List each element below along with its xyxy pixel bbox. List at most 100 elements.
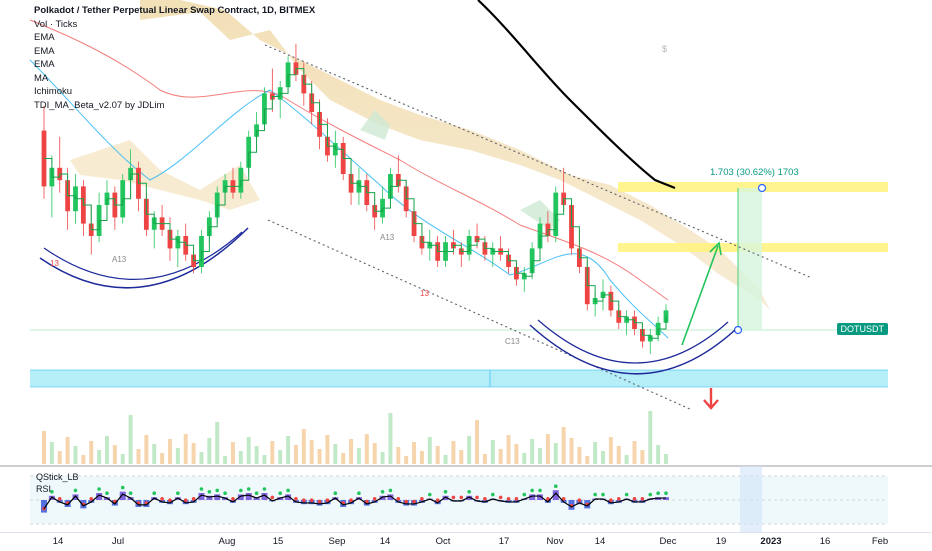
qstick-dot [577,498,582,503]
volume-bar [427,437,432,464]
qstick-dot [278,491,283,496]
xaxis-tick: 17 [498,536,510,547]
qstick-dot [553,484,558,489]
price-tag: DOTUSDT [836,323,888,335]
xaxis-tick: 16 [819,536,831,547]
qstick-dot [357,491,361,496]
marker-a13-left: A13 [112,255,127,264]
indicator-volume[interactable]: Vol · Ticks [34,18,315,32]
qstick-dot [302,498,306,503]
qstick-dot [396,497,401,501]
volume-bar [341,453,346,464]
qstick-dot [632,497,637,501]
indicator-ma[interactable]: MA [34,72,315,86]
volume-bar [561,427,566,464]
volume-bar [593,442,598,464]
volume-bar [325,435,330,464]
volume-bar [254,446,259,464]
qstick-dot [412,499,416,504]
qstick-dot [609,498,613,503]
volume-bar [333,444,338,464]
volume-bar [301,429,306,464]
volume-bar [404,456,409,464]
qstick-dot [239,488,243,493]
volume-bar [664,454,668,464]
dollar-icon: $ [662,44,667,54]
arc-left-inner [43,231,243,280]
chart-legend: Polkadot / Tether Perpetual Linear Swap … [34,4,315,112]
oscillator-label-qstick[interactable]: QStick_LB [36,472,79,482]
support-zone [30,370,888,387]
volume-bar [616,446,621,464]
qstick-dot [372,497,377,501]
volume-bar [624,455,629,464]
qstick-dot [270,495,275,500]
volume-bar [136,449,141,464]
xaxis-tick: Jul [111,536,125,547]
volume-bar [522,453,527,464]
volume-bar [65,437,70,464]
volume-bar [475,420,480,464]
qstick-dot [522,492,527,497]
xaxis-tick: 14 [52,536,64,547]
volume-bar [482,454,487,464]
volume-bar [97,450,102,464]
qstick-dot [656,491,660,496]
qstick-dot [73,488,78,493]
volume-bar [435,446,440,464]
volume-bar [238,451,243,464]
indicator-tdi[interactable]: TDI_MA_Beta_v2.07 by JDLim [34,99,315,113]
marker-13-mid: 13 [420,289,429,298]
indicator-ema-1[interactable]: EMA [34,31,315,45]
qstick-dot [427,492,432,497]
qstick-dot [57,497,62,501]
volume-bar [396,447,401,464]
volume-bar [42,431,46,464]
xaxis-tick: Oct [435,536,451,547]
qstick-dot [648,492,653,497]
volume-bar [553,443,558,464]
arrow-down-icon [703,388,719,410]
qstick-dot [294,497,298,501]
qstick-dot [475,495,479,500]
qstick-dot [254,491,259,496]
volume-bar [152,444,157,464]
qstick-dot [404,499,408,504]
xaxis-tick: 19 [715,536,727,547]
volume-bar [215,422,220,464]
volume-bar [467,436,472,464]
qstick-dot [160,497,164,501]
indicator-ichimoku[interactable]: Ichimoku [34,85,315,99]
indicator-ema-2[interactable]: EMA [34,45,315,59]
volume-bar [112,445,117,464]
qstick-dot [483,497,487,501]
indicator-ema-3[interactable]: EMA [34,58,315,72]
measure-box[interactable] [738,188,762,330]
volume-bar [349,439,354,464]
volume-bar [81,455,86,464]
time-axis[interactable]: 14 Jul Aug 15 Sep 14 Oct 17 Nov 14 Dec 19 2023 16 Feb [0,532,932,551]
volume-bar [530,439,535,464]
volume-bar [286,436,291,464]
qstick-dot [616,497,621,501]
qstick-dot [459,495,464,500]
volume-bar [419,451,424,464]
qstick-dot [309,498,314,503]
qstick-dot [246,487,251,491]
measure-handle-top[interactable] [757,183,767,193]
arc-right-outer [529,324,736,375]
qstick-dot [120,485,125,490]
qstick-dot [191,497,196,501]
oscillator-label-rsi[interactable]: RSI [36,484,51,494]
xaxis-tick: Aug [218,536,236,547]
qstick-dot [333,491,338,496]
volume-bar [443,455,448,464]
qstick-dot [128,491,133,496]
qstick-dot [593,492,597,497]
measure-handle-bottom[interactable] [733,325,743,335]
volume-bar [538,448,543,464]
qstick-dot [207,490,212,494]
qstick-dot [538,488,542,493]
volume-bar [167,439,172,464]
qstick-dot [199,487,204,491]
